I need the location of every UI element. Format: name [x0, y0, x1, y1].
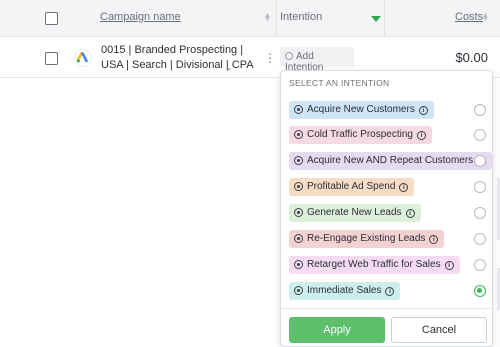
intention-option[interactable]: Retarget Web Traffic for Sales i: [289, 256, 460, 274]
column-divider: [384, 0, 385, 37]
option-radio[interactable]: [474, 233, 486, 245]
intention-option[interactable]: Re-Engage Existing Leads i: [289, 230, 445, 248]
divider: [281, 308, 492, 309]
intention-dropdown: SELECT AN INTENTION Acquire New Customer…: [280, 70, 493, 347]
option-radio[interactable]: [474, 181, 486, 193]
kebab-menu-icon[interactable]: ⋮: [264, 52, 276, 64]
cancel-button[interactable]: Cancel: [391, 317, 487, 343]
target-icon: [294, 208, 303, 217]
cost-value: $0.00: [455, 50, 488, 65]
info-icon[interactable]: i: [444, 261, 454, 270]
option-label: Re-Engage Existing Leads: [307, 233, 426, 244]
target-icon: [294, 130, 303, 139]
option-radio[interactable]: [474, 155, 486, 167]
info-icon[interactable]: i: [418, 106, 428, 115]
option-radio-selected[interactable]: [474, 285, 486, 297]
option-label: Acquire New Customers: [307, 104, 415, 115]
intention-option[interactable]: Generate New Leads i: [289, 204, 421, 222]
option-label: Immediate Sales: [307, 285, 382, 296]
target-icon: [294, 286, 303, 295]
column-divider: [276, 0, 277, 37]
option-radio[interactable]: [474, 207, 486, 219]
option-label: Profitable Ad Spend: [307, 181, 396, 192]
info-icon[interactable]: i: [385, 287, 395, 296]
option-radio[interactable]: [474, 259, 486, 271]
intention-option[interactable]: Immediate Sales i: [289, 282, 401, 300]
table-header: Campaign name ▲ ▼ Intention Costs ▲ ▼: [0, 0, 500, 37]
target-icon: [294, 156, 303, 165]
info-icon[interactable]: i: [429, 235, 439, 244]
intention-option[interactable]: Profitable Ad Spend i: [289, 178, 415, 196]
option-label: Cold Traffic Prospecting: [307, 129, 413, 140]
row-checkbox[interactable]: [45, 52, 58, 65]
option-label: Generate New Leads: [307, 207, 402, 218]
dropdown-heading: SELECT AN INTENTION: [289, 78, 390, 88]
add-intention-button[interactable]: Add Intention: [280, 47, 354, 73]
add-circle-icon: [285, 52, 293, 60]
target-icon: [294, 260, 303, 269]
chevron-down-icon[interactable]: ⌄: [225, 62, 233, 73]
sort-icon[interactable]: ▲ ▼: [482, 12, 489, 23]
intention-option[interactable]: Acquire New Customers i: [289, 101, 434, 119]
option-radio[interactable]: [474, 104, 486, 116]
campaign-name[interactable]: 0015 | Branded Prospecting | USA | Searc…: [101, 43, 261, 73]
target-icon: [294, 234, 303, 243]
info-icon[interactable]: i: [405, 209, 415, 218]
option-label: Retarget Web Traffic for Sales: [307, 259, 441, 270]
campaign-name-header[interactable]: Campaign name: [100, 11, 181, 23]
target-icon: [294, 182, 303, 191]
info-icon[interactable]: i: [416, 131, 426, 140]
target-icon: [294, 105, 303, 114]
google-ads-icon: [74, 49, 92, 67]
intention-option[interactable]: Acquire New AND Repeat Customersi: [289, 152, 493, 170]
intention-header[interactable]: Intention: [280, 11, 322, 23]
info-icon[interactable]: i: [399, 183, 409, 192]
select-all-checkbox[interactable]: [45, 12, 58, 25]
option-label: Acquire New AND Repeat Customers: [307, 155, 474, 166]
filter-icon[interactable]: [371, 16, 381, 22]
sort-icon[interactable]: ▲ ▼: [264, 12, 271, 23]
costs-header[interactable]: Costs: [455, 11, 483, 23]
intention-option[interactable]: Cold Traffic Prospecting i: [289, 126, 432, 144]
option-radio[interactable]: [474, 129, 486, 141]
apply-button[interactable]: Apply: [289, 317, 385, 343]
